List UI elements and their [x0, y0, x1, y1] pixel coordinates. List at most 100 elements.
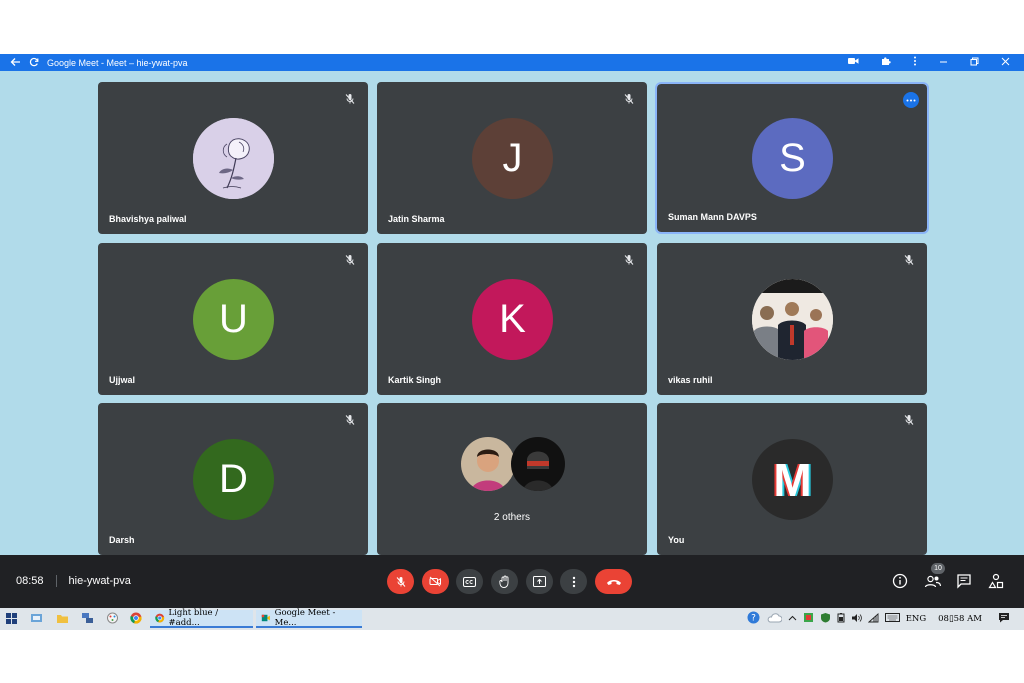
system-tray: ? ENG 08▯58 AM	[747, 611, 1010, 627]
avatar-initial: S	[779, 136, 806, 180]
help-icon[interactable]: ?	[747, 611, 760, 627]
taskbar-window-chrome[interactable]: Light blue / #add...	[150, 608, 253, 628]
camera-toggle-button[interactable]	[422, 569, 449, 594]
present-screen-button[interactable]	[526, 569, 553, 594]
taskbar-window-meet[interactable]: Google Meet - Me...	[256, 608, 362, 628]
avatar	[752, 279, 833, 360]
avatar-initial: K	[499, 297, 526, 341]
app-title-bar: Google Meet - Meet – hie-ywat-pva	[0, 54, 1024, 71]
participant-tile-self[interactable]: M You	[657, 403, 927, 555]
participant-name: Darsh	[109, 535, 135, 545]
divider	[55, 575, 57, 587]
avatar: K	[472, 279, 553, 360]
present-screen-icon	[533, 576, 546, 587]
participant-tile[interactable]: K Kartik Singh	[377, 243, 647, 395]
tray-app-icon[interactable]	[803, 612, 814, 626]
mic-off-icon	[344, 92, 356, 104]
participant-tile[interactable]: J Jatin Sharma	[377, 82, 647, 234]
meeting-details-button[interactable]	[892, 573, 910, 591]
chevron-up-icon[interactable]	[788, 614, 797, 624]
people-button[interactable]	[924, 573, 942, 591]
windows-taskbar: Light blue / #add... Google Meet - Me...…	[0, 608, 1024, 630]
participant-name: Jatin Sharma	[388, 214, 445, 224]
window-title: Google Meet - Meet – hie-ywat-pva	[47, 57, 188, 68]
activities-shapes-icon	[988, 573, 1004, 589]
restore-icon[interactable]	[970, 57, 979, 69]
rose-sketch-icon	[193, 118, 274, 199]
captions-button[interactable]	[456, 569, 483, 594]
file-explorer-icon[interactable]	[56, 612, 69, 626]
chat-icon	[957, 574, 971, 589]
more-options-button[interactable]	[903, 92, 919, 108]
kebab-menu-icon[interactable]	[913, 56, 917, 69]
others-count-label: 2 others	[493, 512, 531, 523]
participants-count-badge: 10	[931, 563, 945, 574]
avatar	[461, 437, 515, 491]
avatar-initial: M	[773, 453, 812, 506]
leave-call-button[interactable]	[595, 569, 632, 594]
meeting-code: hie-ywat-pva	[68, 575, 131, 587]
keyboard-icon[interactable]	[884, 613, 900, 625]
participant-tile[interactable]: D Darsh	[98, 403, 368, 555]
participant-name: Bhavishya paliwal	[109, 214, 187, 224]
taskbar-window-label: Google Meet - Me...	[274, 608, 336, 628]
avatar: S	[752, 118, 833, 199]
participant-name: You	[668, 535, 685, 545]
participant-tile-active[interactable]: S Suman Mann DAVPS	[655, 82, 929, 234]
meeting-grid: Bhavishya paliwal J Jatin Sharma S Suman…	[0, 71, 1024, 555]
language-indicator[interactable]: ENG	[906, 614, 926, 624]
chrome-icon[interactable]	[130, 612, 142, 626]
avatar-initial: D	[219, 457, 248, 501]
minimize-icon[interactable]	[939, 57, 948, 69]
volume-icon[interactable]	[851, 613, 862, 626]
group-photo-icon	[752, 279, 833, 360]
avatar: M	[752, 439, 833, 520]
back-arrow-icon[interactable]	[10, 57, 21, 69]
kebab-menu-icon	[572, 576, 575, 587]
participant-tile[interactable]: Bhavishya paliwal	[98, 82, 368, 234]
battery-icon[interactable]	[837, 612, 845, 626]
reload-icon[interactable]	[29, 57, 39, 69]
mic-off-icon	[396, 576, 405, 587]
chat-button[interactable]	[956, 573, 974, 591]
activities-button[interactable]	[988, 573, 1006, 591]
meeting-time: 08:58	[16, 575, 44, 587]
hang-up-icon	[606, 579, 621, 585]
participant-tile[interactable]: vikas ruhil	[657, 243, 927, 395]
more-options-button[interactable]	[560, 569, 587, 594]
security-shield-icon[interactable]	[820, 612, 831, 626]
extensions-puzzle-icon[interactable]	[881, 56, 891, 69]
mic-off-icon	[623, 92, 635, 104]
info-icon	[892, 573, 908, 589]
network-shortcut-icon[interactable]	[81, 612, 94, 626]
mic-toggle-button[interactable]	[387, 569, 414, 594]
camera-off-icon	[429, 576, 441, 587]
camera-icon[interactable]	[848, 57, 859, 68]
avatar-initial: J	[502, 136, 523, 180]
participant-name: Kartik Singh	[388, 375, 442, 385]
meeting-controls-bar: 08:58 hie-ywat-pva	[0, 555, 1024, 608]
notifications-icon[interactable]	[998, 612, 1010, 626]
windows-start-icon[interactable]	[6, 613, 17, 626]
mic-off-icon	[903, 253, 915, 265]
child-photo-icon	[461, 437, 515, 491]
paint-app-icon[interactable]	[106, 612, 119, 626]
avatar-initial: U	[219, 297, 248, 341]
app-shortcut-icon[interactable]	[30, 612, 43, 626]
wifi-icon[interactable]	[867, 612, 879, 626]
close-icon[interactable]	[1001, 57, 1010, 69]
taskbar-window-label: Light blue / #add...	[168, 608, 219, 628]
participant-tile[interactable]: U Ujjwal	[98, 243, 368, 395]
weather-cloud-icon[interactable]	[766, 612, 783, 626]
raise-hand-button[interactable]	[491, 569, 518, 594]
participant-name: vikas ruhil	[668, 375, 713, 385]
mic-off-icon	[344, 253, 356, 265]
ninja-avatar-icon	[511, 437, 565, 491]
participant-name: Ujjwal	[109, 375, 136, 385]
mic-off-icon	[623, 253, 635, 265]
others-tile[interactable]: 2 others	[377, 403, 647, 555]
system-clock[interactable]: 08▯58 AM	[938, 614, 982, 624]
avatar: U	[193, 279, 274, 360]
hand-icon	[498, 575, 508, 588]
participant-name: Suman Mann DAVPS	[668, 212, 757, 222]
